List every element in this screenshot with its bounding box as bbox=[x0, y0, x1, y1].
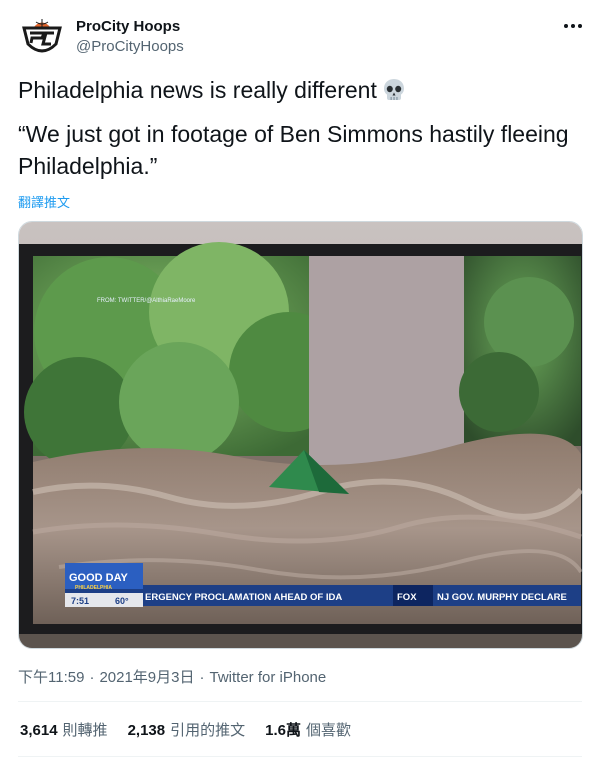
logo-title: GOOD DAY bbox=[69, 572, 129, 584]
tweet-meta: 下午11:59 · 2021年9月3日 · Twitter for iPhone bbox=[18, 666, 326, 687]
divider bbox=[18, 756, 582, 757]
more-horizontal-icon bbox=[564, 24, 582, 28]
tweet-text: Philadelphia news is really different “W… bbox=[18, 74, 584, 182]
translate-tweet-link[interactable]: 翻譯推文 bbox=[18, 192, 70, 211]
likes-label: 個喜歡 bbox=[305, 722, 351, 739]
author-block: ProCity Hoops @ProCityHoops bbox=[76, 17, 184, 56]
meta-separator: · bbox=[89, 669, 95, 686]
author-name[interactable]: ProCity Hoops bbox=[76, 17, 184, 36]
tv-video-frame: FROM: TWITTER/@AlthiaRaeMoore GOOD DAY P… bbox=[19, 222, 582, 648]
retweets-count: 3,614 bbox=[20, 722, 58, 739]
meta-separator: · bbox=[199, 669, 205, 686]
likes-count: 1.6萬 bbox=[265, 722, 301, 739]
retweets-stat[interactable]: 3,614 則轉推 bbox=[20, 719, 108, 740]
retweets-label: 則轉推 bbox=[62, 722, 108, 739]
tweet-stats: 3,614 則轉推 2,138 引用的推文 1.6萬 個喜歡 bbox=[20, 719, 351, 740]
tv-screen: FROM: TWITTER/@AlthiaRaeMoore GOOD DAY P… bbox=[24, 242, 582, 624]
likes-stat[interactable]: 1.6萬 個喜歡 bbox=[265, 719, 351, 740]
divider bbox=[18, 701, 582, 702]
procity-logo-icon bbox=[19, 15, 65, 61]
avatar[interactable] bbox=[18, 14, 66, 62]
skull-icon bbox=[383, 79, 404, 100]
quote-tweets-label: 引用的推文 bbox=[170, 722, 246, 739]
tweet-text-line-1: Philadelphia news is really different bbox=[18, 74, 584, 106]
logo-subtitle: PHILADELPHIA bbox=[75, 585, 112, 591]
ticker-time: 7:51 bbox=[71, 596, 89, 606]
tweet-date[interactable]: 2021年9月3日 bbox=[99, 669, 194, 686]
video-watermark: FROM: TWITTER/@AlthiaRaeMoore bbox=[97, 298, 196, 304]
tweet-line-1-text: Philadelphia news is really different bbox=[18, 77, 377, 103]
tweet-time[interactable]: 下午11:59 bbox=[18, 669, 84, 686]
tweet-media[interactable]: FROM: TWITTER/@AlthiaRaeMoore GOOD DAY P… bbox=[18, 221, 583, 649]
ticker-headline-right: NJ GOV. MURPHY DECLARE bbox=[437, 592, 567, 603]
tweet: ProCity Hoops @ProCityHoops Philadelphia… bbox=[0, 0, 600, 759]
quote-tweets-count: 2,138 bbox=[127, 722, 166, 739]
tweet-source[interactable]: Twitter for iPhone bbox=[210, 669, 327, 686]
more-button[interactable] bbox=[556, 12, 590, 40]
ticker-headline: ERGENCY PROCLAMATION AHEAD OF IDA bbox=[145, 592, 342, 603]
ticker-network: FOX bbox=[397, 592, 417, 603]
quote-tweets-stat[interactable]: 2,138 引用的推文 bbox=[128, 719, 246, 740]
tweet-text-line-2: “We just got in footage of Ben Simmons h… bbox=[18, 121, 569, 179]
author-handle[interactable]: @ProCityHoops bbox=[76, 37, 184, 56]
ticker-temperature: 60° bbox=[115, 596, 129, 606]
